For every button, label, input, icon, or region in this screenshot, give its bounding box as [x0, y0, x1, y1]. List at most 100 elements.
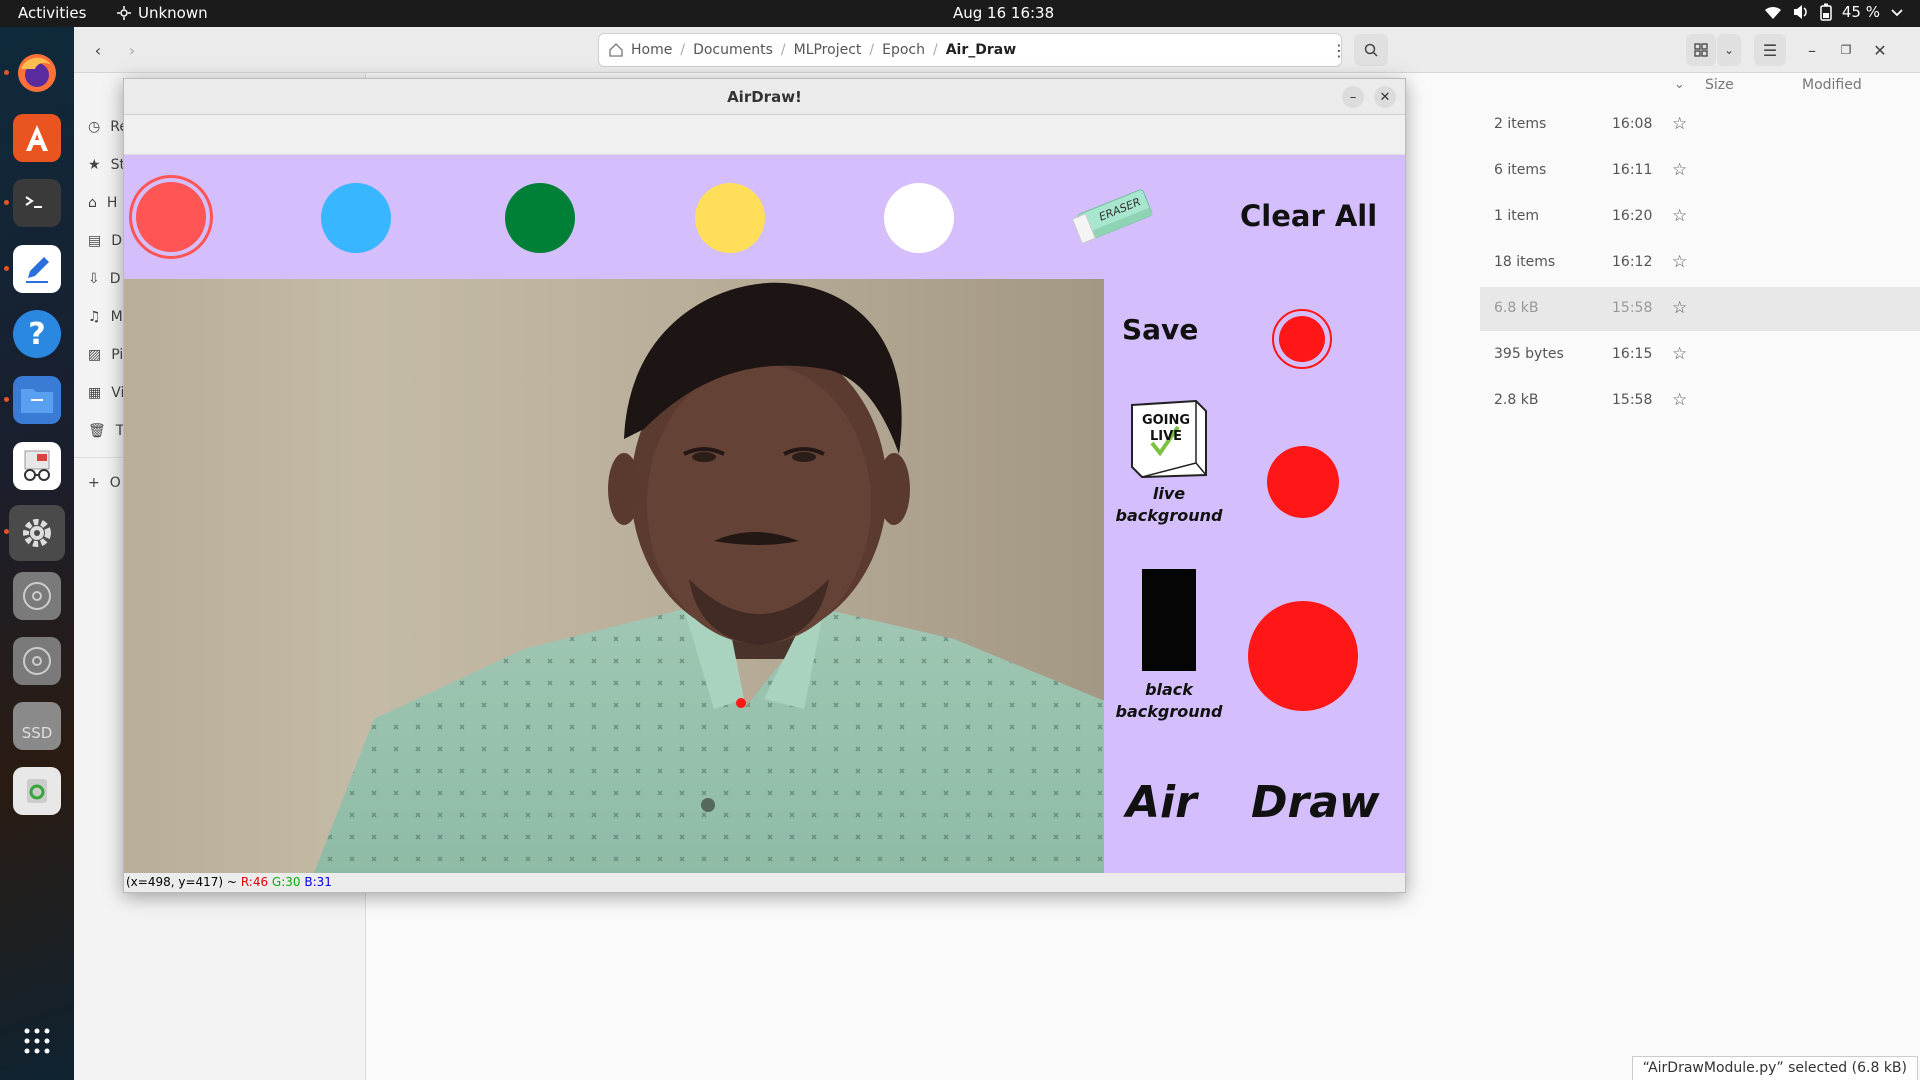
search-button[interactable]: [1354, 34, 1388, 66]
black-background-label-line2: background: [1115, 702, 1223, 721]
dock-settings[interactable]: [9, 505, 65, 561]
eraser-button[interactable]: ERASER: [1070, 185, 1160, 245]
star-icon[interactable]: ☆: [1672, 390, 1687, 410]
breadcrumb-home[interactable]: Home: [631, 42, 672, 58]
sidebar-item-documents[interactable]: ▤ D: [88, 229, 122, 253]
star-icon[interactable]: ☆: [1672, 344, 1687, 364]
table-row[interactable]: 1 item 16:20 ☆: [1480, 195, 1920, 239]
pixel-green-value: G:30: [271, 875, 301, 889]
close-icon: ✕: [1379, 89, 1391, 105]
text-editor-icon: [26, 257, 49, 283]
breadcrumb-air-draw[interactable]: Air_Draw: [946, 42, 1016, 58]
breadcrumb-separator: /: [680, 42, 686, 58]
brush-size-small-selected[interactable]: [1272, 309, 1332, 369]
breadcrumb-separator: /: [932, 42, 938, 58]
color-red[interactable]: [136, 182, 206, 252]
dock-help[interactable]: ?: [13, 310, 61, 358]
going-live-sign-text: GOING LIVE: [1141, 413, 1191, 444]
close-button[interactable]: ✕: [1868, 34, 1892, 66]
star-icon[interactable]: ☆: [1672, 114, 1687, 134]
activities-button[interactable]: Activities: [18, 4, 86, 22]
back-button[interactable]: ‹: [82, 34, 114, 66]
color-green[interactable]: [505, 183, 575, 253]
sort-chevron-icon[interactable]: ⌄: [1674, 77, 1685, 92]
dock-terminal[interactable]: [13, 179, 61, 227]
dock-app-center[interactable]: [13, 114, 61, 162]
dock-ssd[interactable]: SSD: [13, 702, 61, 750]
table-row[interactable]: 6 items 16:11 ☆: [1480, 149, 1920, 193]
system-tray[interactable]: 45 %: [1764, 3, 1904, 21]
dock-disc-2[interactable]: [13, 637, 61, 685]
brush-size-medium[interactable]: [1267, 446, 1339, 518]
dock-running-indicator: [4, 200, 9, 205]
airdraw-close-button[interactable]: ✕: [1374, 86, 1396, 108]
color-white[interactable]: [884, 183, 954, 253]
sidebar-item-pictures[interactable]: ▨ Pi: [88, 343, 123, 367]
star-icon: ★: [88, 157, 101, 173]
download-icon: ⇩: [88, 271, 100, 287]
sidebar-item-home[interactable]: ⌂ H: [88, 191, 117, 215]
star-icon[interactable]: ☆: [1672, 206, 1687, 226]
airdraw-minimize-button[interactable]: –: [1342, 86, 1364, 108]
breadcrumb-mlproject[interactable]: MLProject: [794, 42, 862, 58]
sidebar-item-other-locations[interactable]: + O: [88, 471, 121, 495]
view-grid-button[interactable]: [1686, 34, 1716, 66]
dock-document-viewer[interactable]: [13, 442, 61, 490]
sidebar-item-videos[interactable]: ▦ Vi: [88, 381, 124, 405]
live-background-button[interactable]: GOING LIVE live background: [1114, 399, 1224, 529]
color-yellow[interactable]: [695, 183, 765, 253]
table-row[interactable]: 2 items 16:08 ☆: [1480, 103, 1920, 147]
table-row[interactable]: 2.8 kB 15:58 ☆: [1480, 379, 1920, 423]
forward-button[interactable]: ›: [116, 34, 148, 66]
sidebar-item-label: M: [110, 309, 123, 325]
clock[interactable]: Aug 16 16:38: [953, 4, 1054, 22]
volume-icon: [1793, 5, 1807, 19]
show-apps-button[interactable]: [13, 1017, 61, 1065]
main-menu-button[interactable]: ☰: [1754, 34, 1786, 66]
dock-files[interactable]: [13, 376, 61, 424]
minimize-icon: –: [1808, 40, 1816, 60]
sidebar-item-recent[interactable]: ◷ Re: [88, 115, 128, 139]
color-blue[interactable]: [321, 183, 391, 253]
star-icon[interactable]: ☆: [1672, 252, 1687, 272]
table-row[interactable]: 18 items 16:12 ☆: [1480, 241, 1920, 285]
save-button[interactable]: Save: [1122, 313, 1198, 346]
breadcrumb-documents[interactable]: Documents: [693, 42, 773, 58]
airdraw-titlebar[interactable]: AirDraw! – ✕: [124, 79, 1405, 115]
column-header-modified[interactable]: Modified: [1802, 77, 1862, 93]
black-background-swatch: [1142, 569, 1196, 671]
path-menu-button[interactable]: ⋮: [1328, 40, 1350, 60]
star-icon[interactable]: ☆: [1672, 160, 1687, 180]
table-row-selected[interactable]: 6.8 kB 15:58 ☆: [1480, 287, 1920, 331]
airdraw-window: AirDraw! – ✕ ERASER Clear All Save GOING…: [123, 78, 1406, 893]
star-icon[interactable]: ☆: [1672, 298, 1687, 318]
top-bar: Activities Unknown Aug 16 16:38 45 %: [0, 0, 1920, 27]
sidebar-item-label: Pi: [111, 347, 124, 363]
live-background-label: live background: [1114, 483, 1224, 527]
maximize-button[interactable]: ❐: [1834, 34, 1858, 66]
brush-size-large[interactable]: [1248, 601, 1358, 711]
sidebar-item-music[interactable]: ♫ M: [88, 305, 123, 329]
black-background-button[interactable]: black background: [1114, 569, 1224, 729]
airdraw-canvas[interactable]: ERASER Clear All Save GOING LIVE live ba…: [124, 155, 1405, 873]
sidebar-item-downloads[interactable]: ⇩ D: [88, 267, 121, 291]
view-options-button[interactable]: ⌄: [1717, 34, 1741, 66]
app-menu[interactable]: Unknown: [116, 4, 208, 22]
clear-all-button[interactable]: Clear All: [1240, 199, 1377, 233]
dock-firefox[interactable]: [13, 49, 61, 97]
dock-disc-1[interactable]: [13, 572, 61, 620]
dock-text-editor[interactable]: [13, 245, 61, 293]
table-row[interactable]: 395 bytes 16:15 ☆: [1480, 333, 1920, 377]
chevron-left-icon: ‹: [94, 40, 102, 60]
minimize-button[interactable]: –: [1800, 34, 1824, 66]
breadcrumb-separator: /: [869, 42, 875, 58]
column-header-size[interactable]: Size: [1705, 77, 1734, 93]
row-size: 1 item: [1494, 208, 1539, 224]
dock-trash[interactable]: [13, 767, 61, 815]
sidebar-item-starred[interactable]: ★ St: [88, 153, 125, 177]
dock: ? SSD: [0, 27, 74, 1080]
breadcrumb-epoch[interactable]: Epoch: [882, 42, 925, 58]
pixel-red-value: R:46: [240, 875, 269, 889]
color-red-selected-ring[interactable]: [129, 175, 213, 259]
app-menu-icon: [117, 6, 131, 20]
